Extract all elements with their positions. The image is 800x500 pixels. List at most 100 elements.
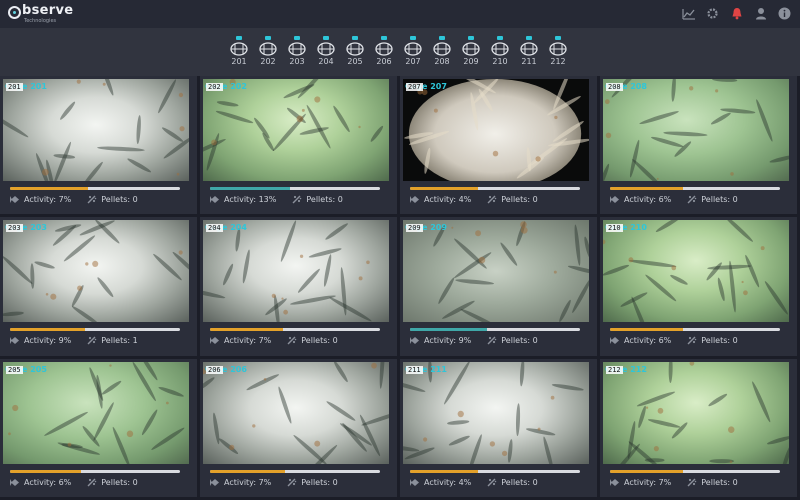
cage-tile[interactable]: Cage 209 209 Activity: 9% Pellets: 0 bbox=[400, 217, 600, 359]
camera-feed[interactable]: Cage 211 211 bbox=[403, 361, 589, 464]
pellets-stat: Pellets: 1 bbox=[87, 336, 138, 346]
cage-stats: Activity: 4% Pellets: 0 bbox=[410, 478, 554, 487]
pellets-icon bbox=[687, 336, 697, 345]
activity-bar-fill bbox=[610, 328, 684, 332]
activity-bar-fill bbox=[410, 328, 487, 332]
cage-tile[interactable]: Cage 203 203 Activity: 9% Pellets: 1 bbox=[0, 217, 200, 359]
camera-button-209[interactable]: 209 bbox=[460, 36, 482, 66]
pellets-stat: Pellets: 0 bbox=[487, 336, 538, 346]
pellets-value: Pellets: 0 bbox=[701, 195, 738, 204]
pellets-value: Pellets: 0 bbox=[301, 477, 338, 487]
fish-scene bbox=[403, 361, 584, 464]
cage-tile[interactable]: Cage 204 204 Activity: 7% Pellets: 0 bbox=[200, 217, 400, 359]
camera-grid: Cage 201 201 Activity: 7% Pellets: 0 Cage 20… bbox=[0, 76, 800, 500]
camera-button-203[interactable]: 203 bbox=[286, 36, 308, 66]
user-icon[interactable] bbox=[753, 6, 768, 21]
activity-bar bbox=[610, 187, 780, 190]
pellets-icon bbox=[487, 478, 497, 487]
fish-scene bbox=[433, 221, 589, 323]
pellets-value: Pellets: 0 bbox=[306, 195, 343, 204]
activity-bar bbox=[410, 187, 580, 190]
activity-bar-fill bbox=[410, 469, 478, 473]
pellets-value: Pellets: 0 bbox=[501, 336, 538, 346]
camera-feed[interactable]: Cage 201 201 bbox=[3, 79, 189, 181]
camera-feed[interactable]: Cage 205 205 bbox=[3, 361, 189, 464]
activity-bar-fill bbox=[210, 187, 290, 190]
camera-number: 203 bbox=[289, 57, 305, 66]
cage-stats: Activity: 7% Pellets: 0 bbox=[610, 478, 754, 487]
camera-button-211[interactable]: 211 bbox=[518, 36, 540, 66]
activity-value: Activity: 7% bbox=[24, 195, 72, 204]
cage-tile[interactable]: Cage 212 212 Activity: 7% Pellets: 0 bbox=[600, 358, 800, 500]
camera-feed[interactable]: Cage 208 208 bbox=[603, 79, 789, 181]
cage-tile[interactable]: Cage 211 211 Activity: 4% Pellets: 0 bbox=[400, 358, 600, 500]
camera-button-204[interactable]: 204 bbox=[315, 36, 337, 66]
camera-button-210[interactable]: 210 bbox=[489, 36, 511, 66]
cage-tile[interactable]: Cage 210 210 Activity: 6% Pellets: 0 bbox=[600, 217, 800, 359]
observe-logo[interactable]: bserve Technologies bbox=[8, 3, 73, 24]
camera-button-201[interactable]: 201 bbox=[228, 36, 250, 66]
pellets-icon bbox=[287, 336, 297, 345]
pellets-icon bbox=[487, 195, 497, 204]
pellets-stat: Pellets: 0 bbox=[87, 478, 138, 487]
fish-icon bbox=[610, 196, 619, 203]
gear-icon[interactable] bbox=[705, 6, 720, 21]
activity-stat: Activity: 7% bbox=[610, 478, 671, 487]
camera-feed[interactable]: Cage 207 207 bbox=[403, 79, 589, 181]
pellets-value: Pellets: 0 bbox=[701, 477, 738, 487]
fish-scene bbox=[203, 220, 372, 323]
bell-icon[interactable] bbox=[729, 6, 744, 21]
fish-scene bbox=[8, 361, 185, 464]
camera-feed[interactable]: Cage 209 209 bbox=[403, 220, 589, 323]
cage-tile[interactable]: Cage 201 201 Activity: 7% Pellets: 0 bbox=[0, 76, 200, 218]
camera-button-206[interactable]: 206 bbox=[373, 36, 395, 66]
fish-scene bbox=[603, 220, 788, 323]
activity-bar-fill bbox=[210, 469, 285, 473]
fish-icon bbox=[410, 196, 419, 203]
camera-button-207[interactable]: 207 bbox=[402, 36, 424, 66]
info-icon[interactable] bbox=[777, 6, 792, 21]
activity-value: Activity: 9% bbox=[24, 336, 72, 346]
camera-button-202[interactable]: 202 bbox=[257, 36, 279, 66]
cage-camera-icon bbox=[259, 36, 277, 56]
camera-feed[interactable]: Cage 203 203 bbox=[3, 220, 189, 323]
cage-stats: Activity: 7% Pellets: 0 bbox=[10, 195, 154, 204]
cage-camera-icon bbox=[375, 36, 393, 56]
activity-bar bbox=[410, 328, 580, 332]
cage-camera-icon bbox=[346, 36, 364, 56]
cage-tile[interactable]: Cage 202 202 Activity: 13% Pellets: 0 bbox=[200, 76, 400, 218]
camera-feed[interactable]: Cage 212 212 bbox=[603, 361, 789, 464]
cage-camera-icon bbox=[491, 36, 509, 56]
pellets-value: Pellets: 1 bbox=[101, 336, 138, 346]
activity-stat: Activity: 9% bbox=[410, 336, 471, 345]
fish-icon bbox=[210, 337, 219, 345]
camera-feed[interactable]: Cage 206 206 bbox=[203, 361, 389, 464]
activity-stat: Activity: 7% bbox=[10, 195, 71, 204]
pellets-value: Pellets: 0 bbox=[701, 336, 738, 346]
activity-bar bbox=[610, 328, 780, 332]
activity-value: Activity: 4% bbox=[424, 195, 472, 204]
camera-button-208[interactable]: 208 bbox=[431, 36, 453, 66]
activity-bar-fill bbox=[410, 187, 478, 190]
camera-feed[interactable]: Cage 204 204 bbox=[203, 220, 389, 323]
pellets-stat: Pellets: 0 bbox=[687, 195, 738, 204]
fish-icon bbox=[410, 337, 419, 345]
chart-line-icon[interactable] bbox=[681, 6, 696, 21]
pellets-stat: Pellets: 0 bbox=[287, 477, 338, 487]
camera-button-205[interactable]: 205 bbox=[344, 36, 366, 66]
camera-number: 210 bbox=[492, 57, 508, 66]
cage-tile[interactable]: Cage 208 208 Activity: 6% Pellets: 0 bbox=[600, 76, 800, 218]
cage-camera-icon bbox=[230, 36, 248, 56]
pellets-stat: Pellets: 0 bbox=[687, 336, 738, 346]
camera-feed[interactable]: Cage 202 202 bbox=[203, 79, 389, 181]
cage-tile[interactable]: Cage 206 206 Activity: 7% Pellets: 0 bbox=[200, 358, 400, 500]
camera-number: 205 bbox=[347, 57, 363, 66]
cage-tile[interactable]: Cage 205 205 Activity: 6% Pellets: 0 bbox=[0, 358, 200, 500]
pellets-icon bbox=[687, 478, 697, 487]
camera-feed[interactable]: Cage 210 210 bbox=[603, 220, 789, 323]
camera-number: 212 bbox=[550, 57, 566, 66]
cage-tile[interactable]: Cage 207 207 Activity: 4% Pellets: 0 bbox=[400, 76, 600, 218]
camera-button-212[interactable]: 212 bbox=[547, 36, 569, 66]
pellets-value: Pellets: 0 bbox=[501, 195, 538, 204]
pellets-stat: Pellets: 0 bbox=[87, 195, 138, 204]
